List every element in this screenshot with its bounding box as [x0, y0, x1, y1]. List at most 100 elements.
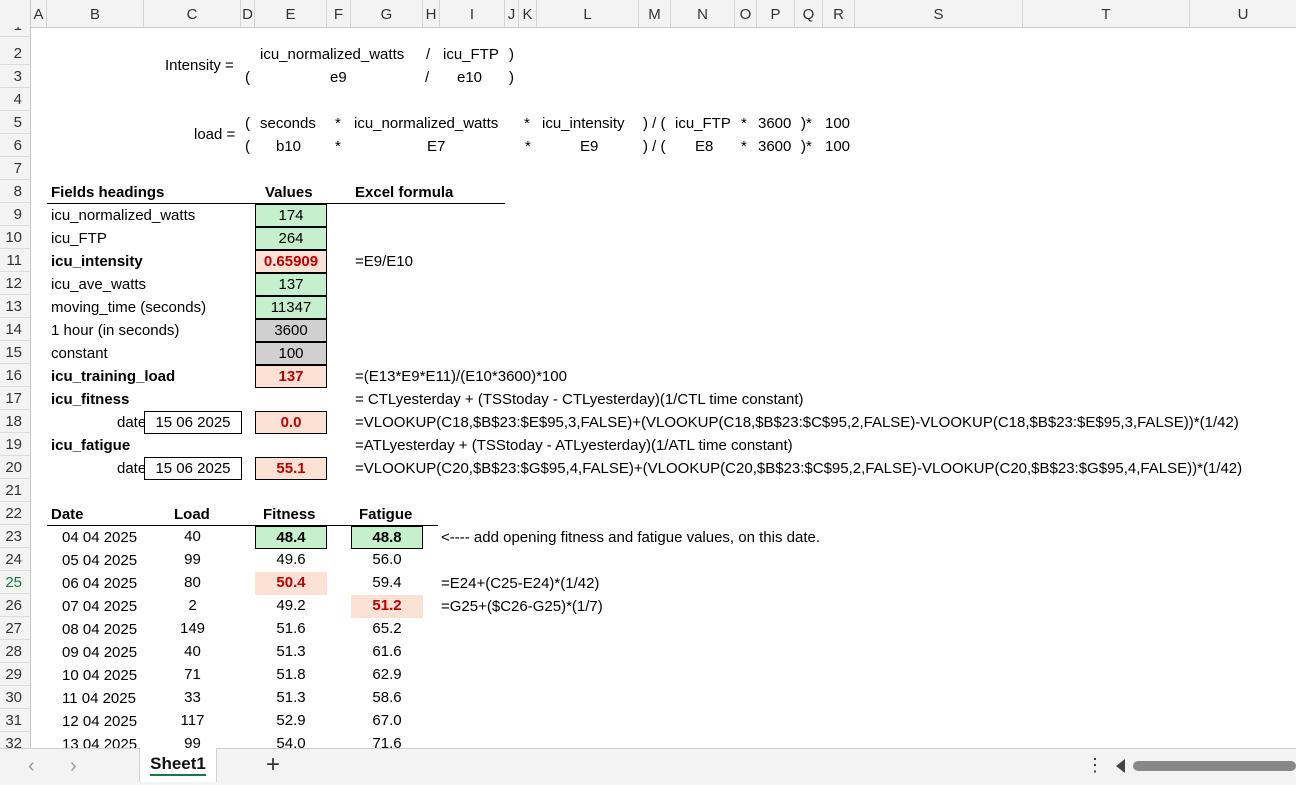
- more-options-icon[interactable]: ⋮: [1086, 755, 1104, 776]
- field-label: constant: [51, 345, 108, 362]
- row-header[interactable]: 18: [0, 410, 30, 433]
- row-header[interactable]: 21: [0, 479, 30, 502]
- table-date: 05 04 2025: [62, 552, 138, 569]
- row-header[interactable]: 9: [0, 203, 30, 226]
- table-fitness: 51.3: [276, 689, 306, 706]
- row-header[interactable]: 13: [0, 295, 30, 318]
- table-load: 40: [184, 643, 201, 660]
- row-header[interactable]: 19: [0, 433, 30, 456]
- sheet-tab-sheet1[interactable]: Sheet1: [139, 748, 217, 782]
- row-header[interactable]: 28: [0, 640, 30, 663]
- table-date: 08 04 2025: [62, 621, 138, 638]
- field-label: icu_normalized_watts: [51, 207, 196, 224]
- row-header[interactable]: 30: [0, 686, 30, 709]
- horizontal-scrollbar-thumb[interactable]: [1133, 761, 1296, 771]
- column-header-b[interactable]: B: [47, 0, 144, 27]
- column-header-n[interactable]: N: [671, 0, 735, 27]
- row-header[interactable]: 22: [0, 502, 30, 525]
- intensity-text: /: [426, 46, 431, 63]
- fatigue-value-cell[interactable]: 55.1: [255, 457, 327, 480]
- row-header[interactable]: 32: [0, 732, 30, 748]
- value-cell[interactable]: 137: [255, 273, 327, 296]
- column-header-j[interactable]: J: [505, 0, 519, 27]
- value-cell[interactable]: 137: [255, 365, 327, 388]
- table-fitness[interactable]: 48.4: [255, 526, 327, 549]
- intensity-text: icu_normalized_watts: [260, 46, 405, 63]
- row-header-selected[interactable]: 25: [0, 571, 30, 594]
- table-date: 09 04 2025: [62, 644, 138, 661]
- select-all-corner[interactable]: [0, 0, 31, 27]
- table-header-fitness: Fitness: [263, 506, 316, 523]
- row-header[interactable]: 23: [0, 525, 30, 548]
- table-header-load: Load: [174, 506, 210, 523]
- value-cell[interactable]: 100: [255, 342, 327, 365]
- table-fatigue[interactable]: 51.2: [351, 595, 423, 618]
- column-header-d[interactable]: D: [241, 0, 255, 27]
- value-cell[interactable]: 3600: [255, 319, 327, 342]
- table-fatigue[interactable]: 48.8: [351, 526, 423, 549]
- row-header[interactable]: 5: [0, 111, 30, 134]
- column-header-r[interactable]: R: [823, 0, 855, 27]
- fitness-value-cell[interactable]: 0.0: [255, 411, 327, 434]
- row-header[interactable]: 1: [0, 27, 30, 37]
- column-header-i[interactable]: I: [440, 0, 505, 27]
- column-header-m[interactable]: M: [639, 0, 671, 27]
- row-header[interactable]: 3: [0, 65, 30, 88]
- column-header-h[interactable]: H: [423, 0, 440, 27]
- formula-text: =VLOOKUP(C18,$B$23:$E$95,3,FALSE)+(VLOOK…: [355, 414, 1239, 431]
- table-load: 99: [184, 735, 201, 748]
- row-header[interactable]: 10: [0, 226, 30, 249]
- intensity-text: icu_FTP: [443, 46, 499, 63]
- row-header[interactable]: 14: [0, 318, 30, 341]
- column-header-u[interactable]: U: [1190, 0, 1296, 27]
- column-header-g[interactable]: G: [351, 0, 423, 27]
- table-fitness[interactable]: 50.4: [255, 572, 327, 595]
- column-header-o[interactable]: O: [735, 0, 757, 27]
- scroll-left-icon[interactable]: [1116, 759, 1125, 773]
- load-text: *: [741, 138, 747, 155]
- value-cell[interactable]: 174: [255, 204, 327, 227]
- intensity-text: ): [509, 46, 514, 63]
- prev-sheet-icon[interactable]: ‹: [28, 755, 35, 778]
- row-header[interactable]: 20: [0, 456, 30, 479]
- fitness-date-cell[interactable]: 15 06 2025: [144, 411, 242, 434]
- row-header[interactable]: 17: [0, 387, 30, 410]
- load-text: *: [525, 138, 531, 155]
- row-header[interactable]: 16: [0, 364, 30, 387]
- row-header[interactable]: 15: [0, 341, 30, 364]
- field-label: moving_time (seconds): [51, 299, 207, 316]
- row-header[interactable]: 31: [0, 709, 30, 732]
- column-header-c[interactable]: C: [144, 0, 241, 27]
- row-header[interactable]: 26: [0, 594, 30, 617]
- worksheet-grid[interactable]: Intensity = icu_normalized_watts / icu_F…: [31, 27, 1296, 748]
- sheet-tab-bar: ‹ › Sheet1 + ⋮: [0, 748, 1296, 785]
- row-header[interactable]: 24: [0, 548, 30, 571]
- row-header[interactable]: 11: [0, 249, 30, 272]
- fatigue-date-cell[interactable]: 15 06 2025: [144, 457, 242, 480]
- value-cell[interactable]: 0.65909: [255, 250, 327, 273]
- add-sheet-icon[interactable]: +: [266, 751, 280, 779]
- column-header-e[interactable]: E: [255, 0, 327, 27]
- values-heading: Values: [265, 184, 313, 201]
- row-header[interactable]: 29: [0, 663, 30, 686]
- value-cell[interactable]: 11347: [255, 296, 327, 319]
- row-header[interactable]: 6: [0, 134, 30, 157]
- column-header-a[interactable]: A: [31, 0, 47, 27]
- next-sheet-icon[interactable]: ›: [70, 755, 77, 778]
- column-header-l[interactable]: L: [537, 0, 639, 27]
- value-cell[interactable]: 264: [255, 227, 327, 250]
- row-header[interactable]: 7: [0, 157, 30, 180]
- row-header[interactable]: 12: [0, 272, 30, 295]
- row-header[interactable]: 8: [0, 180, 30, 203]
- column-header-s[interactable]: S: [855, 0, 1023, 27]
- column-header-q[interactable]: Q: [795, 0, 823, 27]
- row-header[interactable]: 27: [0, 617, 30, 640]
- row-header-bar: 1 2 3 4 5 6 7 8 9 10 11 12 13 14 15 16 1…: [0, 27, 31, 748]
- column-header-p[interactable]: P: [757, 0, 795, 27]
- column-header-k[interactable]: K: [519, 0, 537, 27]
- table-fitness: 49.6: [276, 551, 306, 568]
- row-header[interactable]: 4: [0, 88, 30, 111]
- column-header-t[interactable]: T: [1023, 0, 1190, 27]
- row-header[interactable]: 2: [0, 42, 30, 65]
- column-header-f[interactable]: F: [327, 0, 351, 27]
